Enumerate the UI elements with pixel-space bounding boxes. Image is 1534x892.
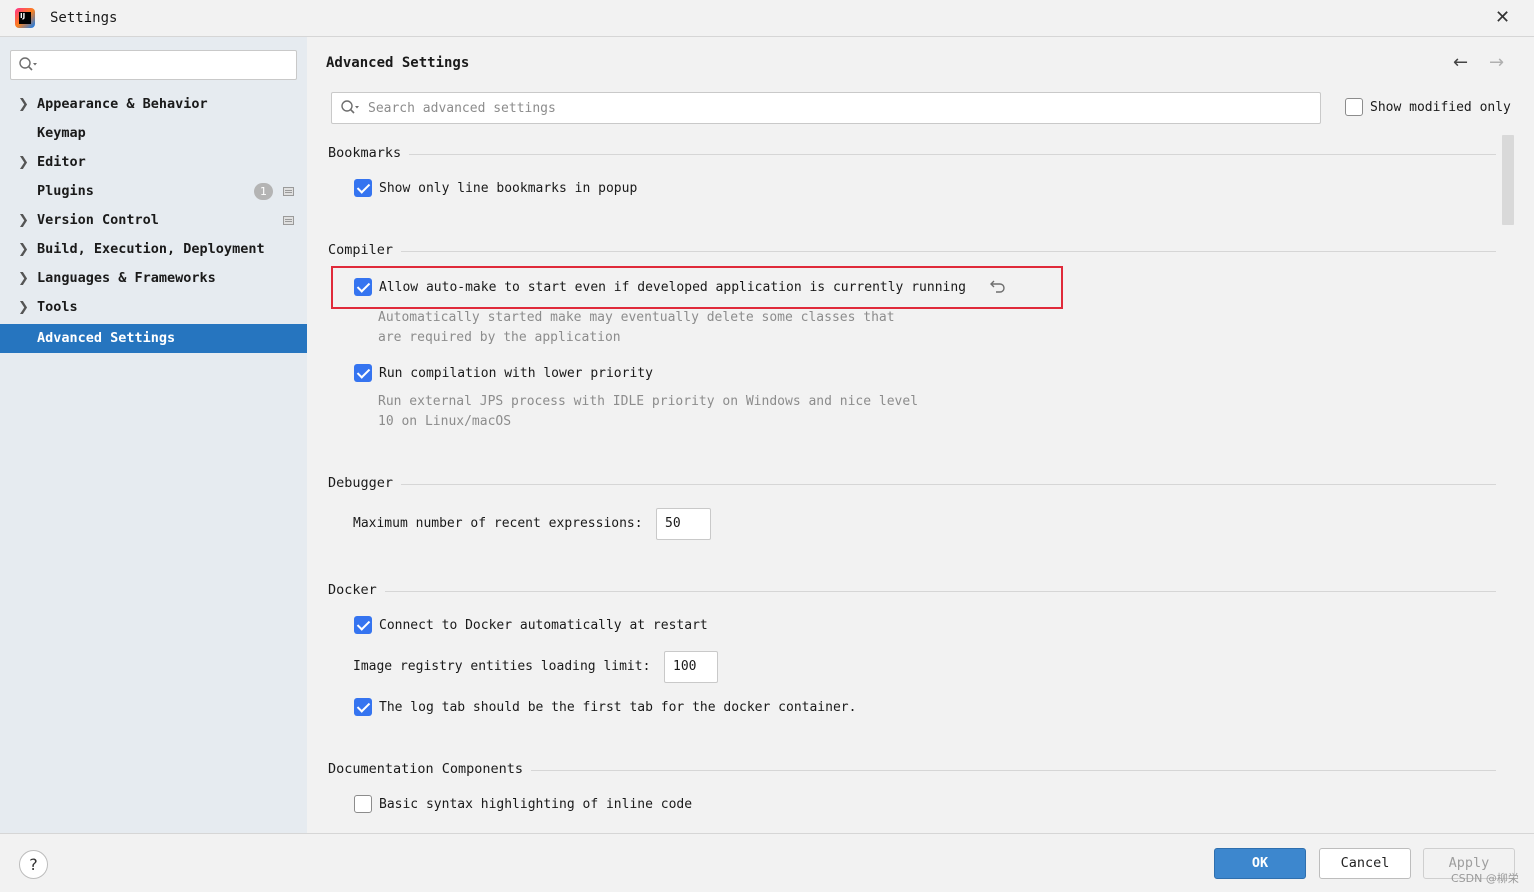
allow-auto-make-hint-line2: are required by the application <box>378 330 621 345</box>
title-bar: IJ Settings ✕ <box>0 0 1534 37</box>
section-divider <box>328 591 1496 592</box>
ok-button[interactable]: OK <box>1214 848 1306 879</box>
lower-priority-label: Run compilation with lower priority <box>379 366 653 381</box>
sidebar-item-editor[interactable]: ❯ Editor <box>0 148 307 177</box>
lower-priority-hint-line1: Run external JPS process with IDLE prior… <box>378 394 919 409</box>
recent-expressions-input[interactable]: 50 <box>656 508 711 540</box>
intellij-idea-icon: IJ <box>15 8 35 28</box>
section-documentation-components: Documentation Components <box>328 761 1496 777</box>
sidebar-item-build-execution-deployment[interactable]: ❯ Build, Execution, Deployment <box>0 235 307 264</box>
docker-auto-connect-label: Connect to Docker automatically at resta… <box>379 618 708 633</box>
page-title: Advanced Settings <box>326 55 470 71</box>
section-debugger: Debugger <box>328 475 1496 491</box>
forward-arrow-icon[interactable]: → <box>1489 52 1504 73</box>
docker-auto-connect-checkbox[interactable] <box>354 616 372 634</box>
dialog-footer: ? OK Cancel Apply <box>0 833 1534 892</box>
sidebar-item-advanced-settings[interactable]: Advanced Settings <box>0 324 307 353</box>
advanced-search-input[interactable] <box>368 98 1308 118</box>
project-settings-icon <box>283 216 294 225</box>
sidebar-search-input[interactable] <box>10 50 297 80</box>
chevron-right-icon: ❯ <box>18 300 29 315</box>
sidebar-item-version-control[interactable]: ❯ Version Control <box>0 206 307 235</box>
help-button[interactable]: ? <box>19 850 48 879</box>
sidebar: ❯ Appearance & Behavior Keymap ❯ Editor … <box>0 37 307 833</box>
show-modified-checkbox[interactable] <box>1345 98 1363 116</box>
allow-auto-make-label: Allow auto-make to start even if develop… <box>379 280 966 295</box>
section-compiler: Compiler <box>328 242 1496 258</box>
show-modified-label: Show modified only <box>1370 100 1511 115</box>
allow-auto-make-hint-line1: Automatically started make may eventuall… <box>378 310 895 325</box>
sidebar-item-keymap[interactable]: Keymap <box>0 119 307 148</box>
search-icon <box>341 100 359 114</box>
watermark: CSDN @柳栄 <box>1451 872 1519 885</box>
chevron-right-icon: ❯ <box>18 155 29 170</box>
cancel-button[interactable]: Cancel <box>1319 848 1411 879</box>
bookmarks-line-only-label: Show only line bookmarks in popup <box>379 181 638 196</box>
registry-limit-label: Image registry entities loading limit: <box>353 659 651 674</box>
inline-code-highlighting-label: Basic syntax highlighting of inline code <box>379 797 693 812</box>
sidebar-item-tools[interactable]: ❯ Tools <box>0 293 307 322</box>
close-icon[interactable]: ✕ <box>1495 7 1510 28</box>
sidebar-item-appearance-behavior[interactable]: ❯ Appearance & Behavior <box>0 90 307 119</box>
chevron-right-icon: ❯ <box>18 271 29 286</box>
lower-priority-checkbox[interactable] <box>354 364 372 382</box>
chevron-right-icon: ❯ <box>18 97 29 112</box>
bookmarks-line-only-checkbox[interactable] <box>354 179 372 197</box>
scrollbar-thumb[interactable] <box>1502 135 1514 225</box>
registry-limit-input[interactable]: 100 <box>664 651 718 683</box>
inline-code-highlighting-checkbox[interactable] <box>354 795 372 813</box>
section-divider <box>328 154 1496 155</box>
back-arrow-icon[interactable]: ← <box>1453 52 1468 73</box>
recent-expressions-label: Maximum number of recent expressions: <box>353 516 643 531</box>
docker-log-tab-label: The log tab should be the first tab for … <box>379 700 857 715</box>
section-bookmarks: Bookmarks <box>328 145 1496 161</box>
project-settings-icon <box>283 187 294 196</box>
docker-log-tab-checkbox[interactable] <box>354 698 372 716</box>
window-title: Settings <box>50 10 118 26</box>
sidebar-item-languages-frameworks[interactable]: ❯ Languages & Frameworks <box>0 264 307 293</box>
plugins-count-badge: 1 <box>254 183 273 200</box>
chevron-right-icon: ❯ <box>18 213 29 228</box>
reset-to-default-icon[interactable] <box>989 277 1007 295</box>
section-divider <box>328 251 1496 252</box>
search-icon <box>19 57 37 71</box>
sidebar-item-plugins[interactable]: Plugins 1 <box>0 177 307 206</box>
allow-auto-make-checkbox[interactable] <box>354 278 372 296</box>
lower-priority-hint-line2: 10 on Linux/macOS <box>378 414 512 429</box>
section-divider <box>328 484 1496 485</box>
chevron-right-icon: ❯ <box>18 242 29 257</box>
advanced-settings-search[interactable] <box>331 92 1321 124</box>
section-docker: Docker <box>328 582 1496 598</box>
